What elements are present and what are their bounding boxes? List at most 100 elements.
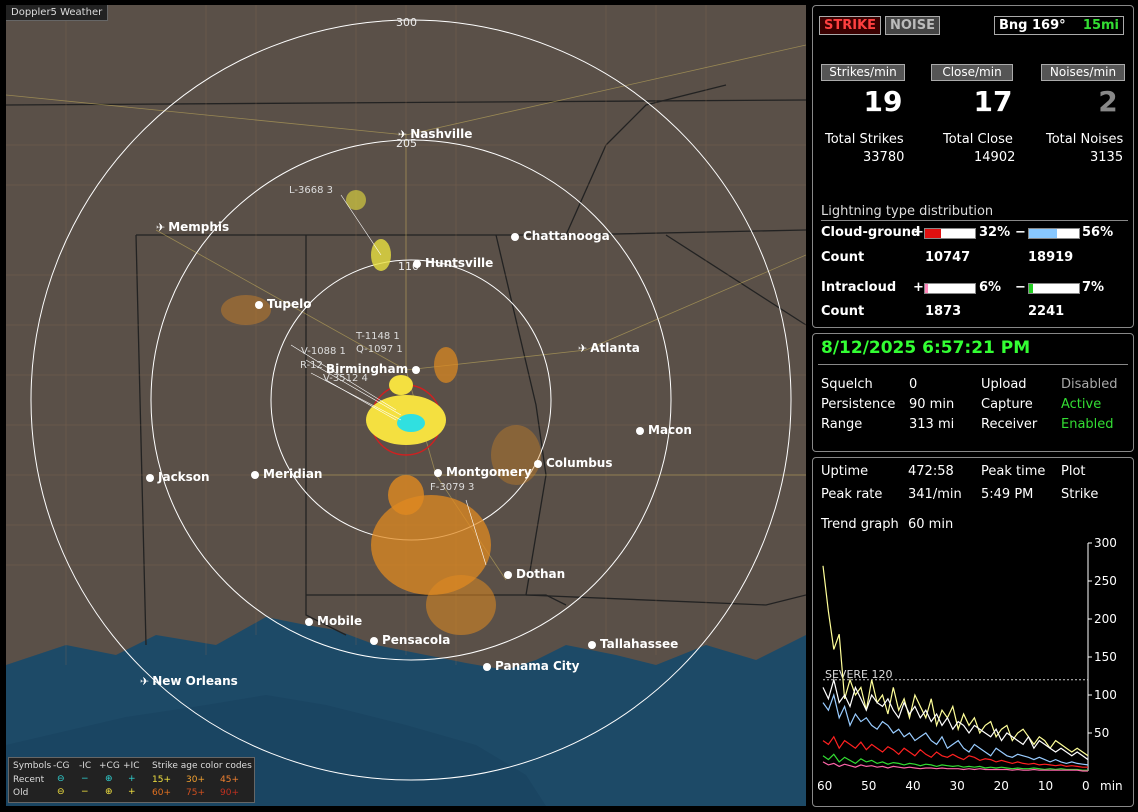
total-close-label: Total Close — [943, 132, 1013, 147]
city-tupelo: Tupelo — [255, 297, 312, 311]
severe-threshold-label: SEVERE 120 — [825, 668, 893, 681]
x-tick-label: 50 — [861, 779, 876, 793]
receiver-label: Receiver — [981, 417, 1038, 432]
y-tick-label: 50 — [1094, 726, 1109, 740]
minus-sign: − — [1015, 280, 1026, 295]
airport-icon: ✈ — [156, 221, 166, 234]
peak-time-label: Peak time — [981, 464, 1046, 479]
minus-cg-icon: ⊖ — [57, 774, 65, 784]
legend-age-title: Strike age color codes — [152, 761, 252, 771]
city-chattanooga: Chattanooga — [511, 229, 610, 243]
cg-pos-bar — [924, 228, 976, 239]
city-dot-icon — [636, 427, 644, 435]
ic-neg-bar — [1028, 283, 1080, 294]
x-tick-label: 20 — [994, 779, 1009, 793]
legend-recent: Recent — [13, 775, 45, 785]
status-panel: 8/12/2025 6:57:21 PM Squelch 0 Upload Di… — [812, 333, 1134, 452]
plot-value[interactable]: Strike — [1061, 487, 1098, 502]
range-value: 313 mi — [909, 417, 955, 432]
noise-button[interactable]: NOISE — [885, 16, 941, 35]
count-label: Count — [821, 304, 865, 319]
bearing-value: Bng 169° — [999, 18, 1066, 33]
sensor-label: F-3079 3 — [430, 482, 475, 493]
close-min-value: 17 — [973, 85, 1013, 118]
cg-pos-count: 10747 — [925, 250, 971, 265]
ic-neg-fill — [1029, 284, 1033, 293]
plus-ic-icon: + — [128, 774, 136, 784]
plot-label: Plot — [1061, 464, 1086, 479]
strikes-min-value: 19 — [863, 85, 903, 118]
brand-label: Doppler5 Weather — [6, 5, 109, 21]
ring-label-300: 300 — [396, 16, 417, 29]
legend-col: +CG — [99, 761, 120, 771]
sensor-label: V-3512 4 — [323, 373, 368, 384]
airport-icon: ✈ — [140, 675, 150, 688]
plus-cg-icon: ⊕ — [105, 774, 113, 784]
receiver-value: Enabled — [1061, 417, 1114, 432]
plus-sign: + — [913, 280, 924, 295]
bearing-box: Bng 169° 15mi — [994, 16, 1124, 35]
ic-pos-fill — [925, 284, 928, 293]
trend-label: Trend graph — [821, 517, 899, 532]
trend-series-0 — [822, 565, 1089, 757]
capture-label: Capture — [981, 397, 1033, 412]
city-dot-icon — [370, 637, 378, 645]
minus-cg-icon: ⊖ — [57, 787, 65, 797]
airport-icon: ✈ — [578, 342, 588, 355]
total-noises-label: Total Noises — [1046, 132, 1124, 147]
strike-button[interactable]: STRIKE — [819, 16, 882, 35]
minus-ic-icon: − — [81, 774, 89, 784]
uptime-value: 472:58 — [908, 464, 954, 479]
distance-value: 15mi — [1082, 18, 1119, 33]
cg-pos-pct: 32% — [979, 225, 1011, 240]
x-tick-label: 0 — [1082, 779, 1090, 793]
divider — [818, 364, 1128, 365]
minus-ic-icon: − — [81, 787, 89, 797]
age-code: 15+ — [152, 775, 171, 785]
close-min-header: Close/min — [931, 64, 1013, 81]
x-tick-label: 40 — [905, 779, 920, 793]
age-code: 30+ — [186, 775, 205, 785]
age-code: 90+ — [220, 788, 239, 798]
city-dot-icon — [504, 571, 512, 579]
cg-neg-pct: 56% — [1082, 225, 1114, 240]
city-dot-icon — [305, 618, 313, 626]
city-dot-icon — [483, 663, 491, 671]
minus-sign: − — [1015, 225, 1026, 240]
counts-panel: STRIKE NOISE Bng 169° 15mi Strikes/min C… — [812, 5, 1134, 328]
upload-value: Disabled — [1061, 377, 1118, 392]
lightning-map[interactable]: Doppler5 Weather 300 205 110 ✈ Nashville … — [6, 5, 806, 806]
trend-panel: Uptime 472:58 Peak time Plot Peak rate 3… — [812, 457, 1134, 807]
uptime-label: Uptime — [821, 464, 869, 479]
upload-label: Upload — [981, 377, 1027, 392]
cg-pos-fill — [925, 229, 941, 238]
cg-neg-fill — [1029, 229, 1057, 238]
city-montgomery: Montgomery — [434, 465, 532, 479]
y-tick-label: 150 — [1094, 650, 1117, 664]
city-meridian: Meridian — [251, 467, 322, 481]
city-huntsville: Huntsville — [413, 256, 493, 270]
city-tallahassee: Tallahassee — [588, 637, 678, 651]
trend-graph: 3002502001501005060 50 40 30 20 10 0 minSEVERE … — [818, 536, 1123, 793]
city-dot-icon — [255, 301, 263, 309]
strikes-min-header: Strikes/min — [821, 64, 905, 81]
city-dot-icon — [412, 366, 421, 374]
sensor-label: V-1088 1 — [301, 346, 346, 357]
ic-neg-pct: 7% — [1082, 280, 1105, 295]
x-tick-label: 30 — [950, 779, 965, 793]
age-code: 75+ — [186, 788, 205, 798]
cg-neg-count: 18919 — [1028, 250, 1074, 265]
datetime: 8/12/2025 6:57:21 PM — [821, 338, 1031, 358]
city-dot-icon — [413, 260, 421, 268]
ic-pos-bar — [924, 283, 976, 294]
total-close-value: 14902 — [974, 150, 1016, 165]
x-axis-label: min — [1100, 779, 1123, 793]
city-nashville: ✈ Nashville — [398, 127, 473, 141]
legend-col: -CG — [53, 761, 70, 771]
legend-symbols-label: Symbols — [13, 761, 52, 771]
peak-time-value: 5:49 PM — [981, 487, 1034, 502]
legend-old: Old — [13, 788, 29, 798]
sensor-label: R-12 — [300, 360, 323, 371]
city-dothan: Dothan — [504, 567, 565, 581]
city-panama-city: Panama City — [483, 659, 579, 673]
